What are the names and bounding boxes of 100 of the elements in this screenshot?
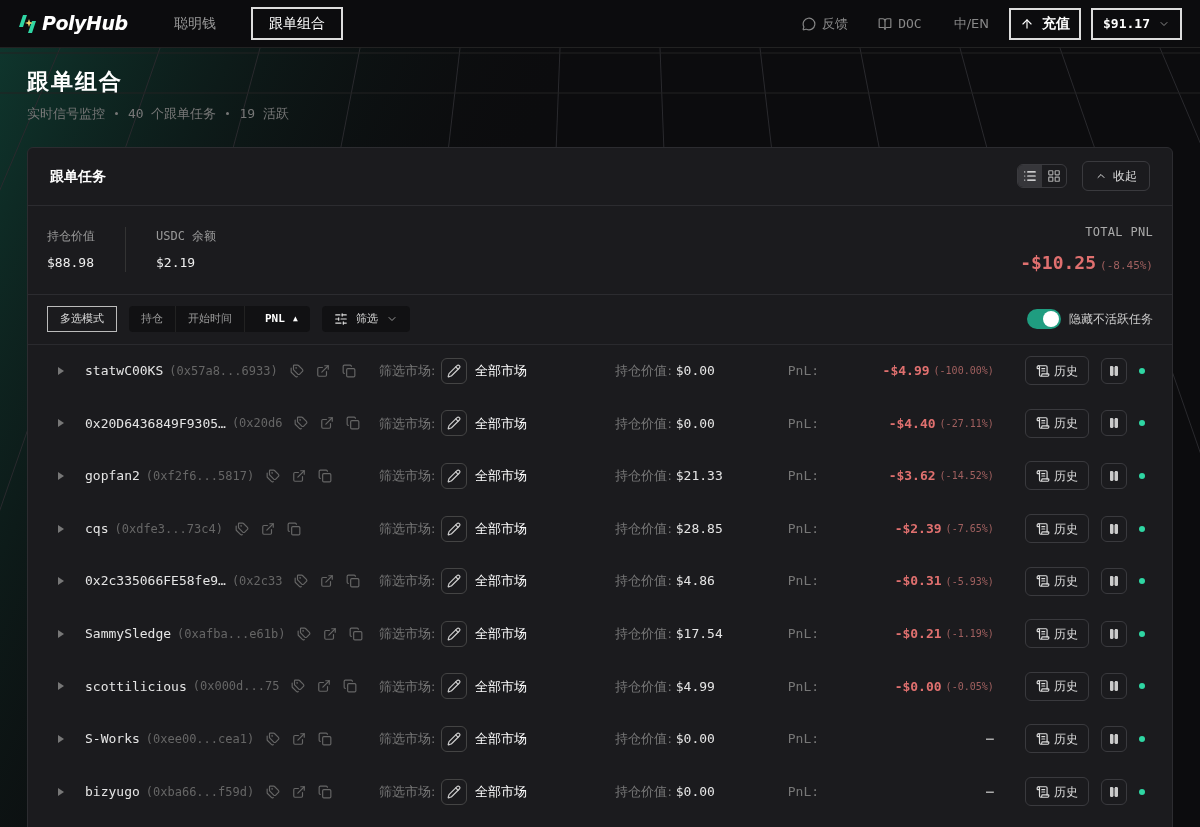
- collapse-button[interactable]: 收起: [1082, 161, 1150, 191]
- history-button[interactable]: 历史: [1024, 619, 1089, 649]
- expand-icon[interactable]: [58, 366, 64, 375]
- tags-icon[interactable]: [289, 363, 304, 378]
- history-button[interactable]: 历史: [1024, 514, 1089, 544]
- history-button[interactable]: 历史: [1024, 356, 1089, 386]
- external-link-icon[interactable]: [317, 679, 332, 694]
- tags-icon[interactable]: [294, 416, 309, 431]
- edit-market-button[interactable]: [441, 568, 468, 595]
- copy-icon[interactable]: [341, 363, 356, 378]
- history-button[interactable]: 历史: [1024, 671, 1089, 701]
- filter-dropdown[interactable]: 筛选: [321, 306, 410, 332]
- tags-icon[interactable]: [291, 679, 306, 694]
- position-label: 持仓价值:: [615, 677, 672, 696]
- edit-market-button[interactable]: [441, 357, 468, 384]
- edit-market-button[interactable]: [441, 778, 468, 805]
- market-value: 全部市场: [475, 782, 529, 801]
- pause-button[interactable]: [1100, 410, 1127, 437]
- arrow-up-icon: [1020, 16, 1034, 31]
- edit-market-button[interactable]: [441, 463, 468, 489]
- expand-icon[interactable]: [58, 524, 64, 533]
- market-value: 全部市场: [475, 625, 529, 643]
- position-label: 持仓价值:: [615, 467, 672, 486]
- tags-icon[interactable]: [297, 626, 312, 641]
- external-link-icon[interactable]: [292, 469, 307, 483]
- filter-market-label: 筛选市场:: [379, 362, 436, 381]
- pause-button[interactable]: [1100, 620, 1127, 647]
- nav-tab[interactable]: 跟单组合: [250, 7, 343, 40]
- copy-icon[interactable]: [286, 521, 301, 536]
- pnl-value: –: [985, 730, 994, 749]
- copy-icon[interactable]: [318, 784, 333, 799]
- wallet-address: (0x000d...75: [192, 678, 280, 696]
- position-label: 持仓价值:: [615, 572, 672, 591]
- pause-button[interactable]: [1100, 568, 1127, 595]
- scroll-icon: [1035, 363, 1050, 378]
- multi-select-button[interactable]: 多选模式: [47, 306, 117, 332]
- edit-market-button[interactable]: [441, 673, 468, 700]
- pause-button[interactable]: [1100, 778, 1127, 805]
- expand-icon[interactable]: [58, 577, 64, 586]
- expand-icon[interactable]: [58, 734, 64, 743]
- pause-button[interactable]: [1100, 515, 1127, 542]
- history-button[interactable]: 历史: [1024, 461, 1089, 491]
- edit-market-button[interactable]: [441, 410, 468, 437]
- external-link-icon[interactable]: [260, 521, 275, 536]
- copy-icon[interactable]: [346, 574, 361, 589]
- copy-icon[interactable]: [346, 416, 361, 431]
- wallet-address: (0x57a8...6933): [169, 362, 278, 380]
- expand-icon[interactable]: [58, 419, 64, 428]
- expand-icon[interactable]: [58, 629, 64, 638]
- history-button[interactable]: 历史: [1024, 566, 1089, 596]
- language-link[interactable]: 中/EN: [953, 13, 989, 34]
- history-button[interactable]: 历史: [1024, 777, 1089, 807]
- copy-icon[interactable]: [343, 679, 358, 694]
- tags-icon[interactable]: [266, 731, 281, 746]
- copy-icon[interactable]: [318, 469, 333, 483]
- copy-icon[interactable]: [349, 626, 364, 641]
- external-link-icon[interactable]: [292, 731, 307, 746]
- wallet-address: (0x20d6: [231, 415, 283, 433]
- external-link-icon[interactable]: [315, 363, 330, 378]
- scroll-icon: [1035, 521, 1050, 536]
- history-button[interactable]: 历史: [1024, 408, 1089, 438]
- external-link-icon[interactable]: [320, 416, 335, 431]
- pnl-value: -$4.99: [882, 362, 930, 381]
- pause-button[interactable]: [1100, 463, 1127, 489]
- deposit-button[interactable]: 充值: [1009, 7, 1081, 40]
- pnl-value: -$4.40: [888, 414, 936, 433]
- history-button[interactable]: 历史: [1024, 724, 1089, 754]
- balance-dropdown[interactable]: $91.17: [1091, 7, 1182, 40]
- edit-market-button[interactable]: [441, 515, 468, 542]
- tags-icon[interactable]: [266, 784, 281, 799]
- copy-icon[interactable]: [318, 731, 333, 746]
- edit-market-button[interactable]: [441, 725, 468, 752]
- external-link-icon[interactable]: [292, 784, 307, 799]
- expand-icon[interactable]: [58, 787, 64, 796]
- logo-text[interactable]: PolyHub: [42, 9, 128, 38]
- expand-icon[interactable]: [58, 682, 64, 691]
- pause-button[interactable]: [1100, 357, 1127, 384]
- pause-button[interactable]: [1100, 725, 1127, 752]
- pause-button[interactable]: [1100, 673, 1127, 700]
- sort-tab[interactable]: PNL ▲: [244, 306, 310, 332]
- sort-tab[interactable]: 持仓: [129, 306, 175, 332]
- tags-icon[interactable]: [294, 574, 309, 589]
- view-toggle-button[interactable]: [1018, 165, 1042, 187]
- expand-icon[interactable]: [58, 472, 64, 480]
- tags-icon[interactable]: [266, 469, 281, 483]
- external-link-icon[interactable]: [323, 626, 338, 641]
- pause-icon: [1107, 470, 1120, 482]
- external-link-icon[interactable]: [320, 574, 335, 589]
- sort-tab[interactable]: 开始时间: [175, 306, 244, 332]
- scroll-icon: [1035, 574, 1050, 589]
- nav-tab[interactable]: 聪明钱: [157, 7, 232, 40]
- tags-icon[interactable]: [234, 521, 249, 536]
- doc-link[interactable]: DOC: [878, 13, 922, 34]
- position-value: $0.00: [675, 730, 716, 749]
- pencil-icon: [447, 626, 462, 641]
- pause-icon: [1107, 522, 1120, 535]
- edit-market-button[interactable]: [441, 620, 468, 647]
- feedback-link[interactable]: 反馈: [802, 13, 849, 34]
- pnl-label: PnL:: [787, 782, 821, 801]
- market-value: 全部市场: [475, 414, 529, 433]
